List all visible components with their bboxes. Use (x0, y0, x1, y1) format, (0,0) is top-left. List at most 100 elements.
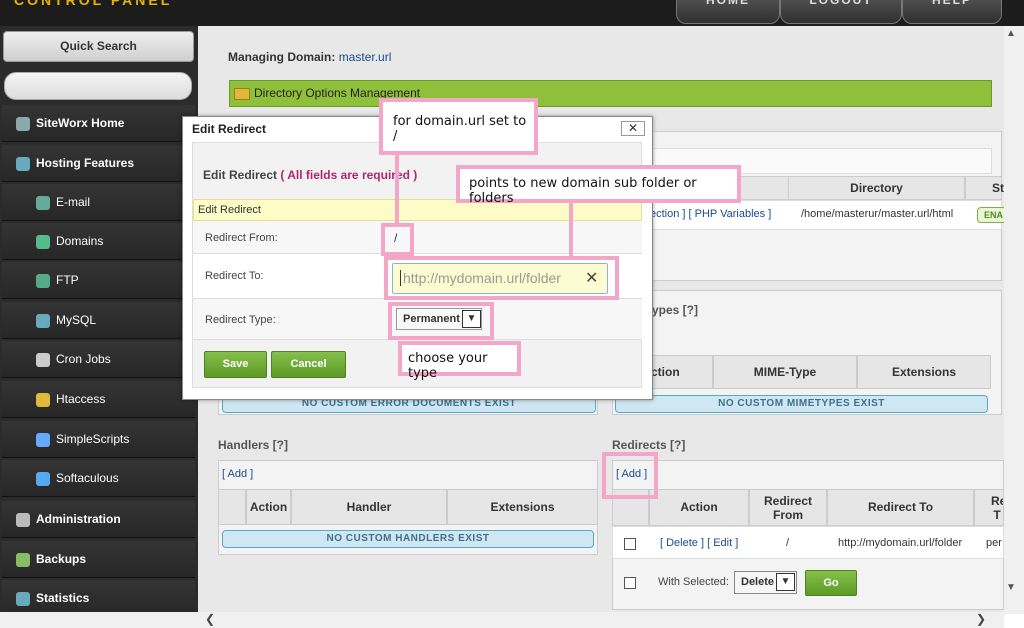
sidebar-item-label: SiteWorx Home (36, 116, 125, 130)
sidebar-item-ftp[interactable]: FTP (2, 262, 195, 299)
sidebar-item-simplescripts[interactable]: SimpleScripts (2, 421, 195, 458)
managing-label: Managing Domain: (228, 50, 336, 64)
script-icon (36, 432, 50, 447)
handlers-col-check (218, 489, 246, 525)
quick-search-input[interactable] (4, 72, 192, 100)
cancel-button[interactable]: Cancel (271, 351, 346, 378)
sidebar-item-label: E-mail (56, 195, 91, 209)
monitor-icon (16, 156, 30, 171)
select-all-checkbox[interactable] (624, 577, 636, 589)
sidebar-item-softaculous[interactable]: Softaculous (2, 460, 195, 497)
redirects-title: Redirects [?] (612, 438, 686, 452)
sidebar-item-label: Domains (56, 234, 104, 248)
sidebar-item-e-mail[interactable]: E-mail (2, 184, 195, 221)
scroll-left-icon[interactable]: ❮ (205, 612, 215, 626)
annotation-type-note: choose your type (398, 341, 521, 381)
directory-options-bar[interactable]: Directory Options Management (229, 80, 992, 107)
redirect-row-checkbox[interactable] (624, 538, 636, 550)
bulk-action-value: Delete (741, 576, 775, 588)
directory-col-status: St (965, 176, 1004, 200)
redirect-type-label: Redirect Type: (205, 314, 276, 326)
sidebar-item-domains[interactable]: Domains (2, 223, 195, 260)
globe-icon (36, 234, 50, 249)
managing-domain: Managing Domain: master.url (228, 50, 391, 64)
handlers-empty: NO CUSTOM HANDLERS EXIST (222, 530, 594, 548)
handlers-col-action: Action (246, 489, 291, 525)
directory-row-links[interactable]: ection ] [ PHP Variables ] (650, 208, 771, 220)
sidebar-item-label: Softaculous (56, 471, 119, 485)
handlers-add-link[interactable]: [ Add ] (222, 468, 253, 480)
scroll-down-icon[interactable]: ▼ (1006, 582, 1016, 593)
dialog-title: Edit Redirect (192, 122, 267, 136)
scroll-up-icon[interactable]: ▲ (1006, 28, 1016, 39)
folder-icon (234, 87, 250, 100)
status-badge: ENA (977, 207, 1007, 223)
annotation-to-connector (569, 203, 573, 258)
horizontal-scrollbar[interactable] (0, 612, 1004, 628)
nav-home-button[interactable]: HOME (676, 0, 780, 24)
sidebar-item-label: SimpleScripts (56, 432, 130, 446)
sidebar-item-label: Hosting Features (36, 156, 135, 170)
save-button[interactable]: Save (204, 351, 267, 378)
go-button[interactable]: Go (805, 570, 857, 596)
sidebar-item-label: Cron Jobs (56, 352, 111, 366)
sidebar-item-cron-jobs[interactable]: Cron Jobs (2, 341, 195, 378)
form-heading-text: Edit Redirect (203, 168, 278, 182)
sidebar-item-htaccess[interactable]: Htaccess (2, 381, 195, 418)
mimetypes-empty: NO CUSTOM MIMETYPES EXIST (615, 395, 988, 413)
redirects-col-to: Redirect To (827, 489, 974, 526)
handlers-col-extensions: Extensions (447, 489, 598, 525)
sidebar-item-label: Statistics (36, 591, 90, 605)
annotation-to-highlight (384, 256, 619, 300)
sidebar-item-label: Administration (36, 512, 121, 526)
directory-col-directory: Directory (788, 176, 965, 200)
redirect-row-from: / (786, 537, 790, 549)
annotation-from-note: for domain.url set to / (379, 98, 538, 155)
redirect-row-type: per (986, 537, 1002, 549)
directory-row-path: /home/masterur/master.url/html (801, 208, 954, 220)
mimetypes-col-mime: MIME-Type (713, 355, 857, 389)
handlers-col-handler: Handler (291, 489, 447, 525)
sidebar-item-administration[interactable]: Administration (2, 501, 195, 538)
folder-icon (36, 392, 50, 407)
scroll-right-icon[interactable]: ❯ (976, 612, 986, 626)
redirect-to-label: Redirect To: (205, 270, 264, 282)
mimetypes-title: ypes [?] (652, 303, 699, 317)
sidebar-item-mysql[interactable]: MySQL (2, 302, 195, 339)
clock-icon (36, 352, 50, 367)
form-heading: Edit Redirect ( All fields are required … (203, 168, 417, 182)
sidebar-item-backups[interactable]: Backups (2, 541, 195, 578)
nav-help-button[interactable]: HELP (902, 0, 1002, 24)
brand-logo: CONTROL PANEL (14, 0, 173, 8)
softaculous-icon (36, 471, 50, 486)
managing-domain-link[interactable]: master.url (339, 50, 392, 64)
redirects-col-type: Re T (974, 489, 1004, 526)
annotation-from-connector (395, 155, 399, 227)
sidebar-item-label: Backups (36, 552, 87, 566)
redirects-col-from: Redirect From (749, 489, 827, 526)
redirect-row-to: http://mydomain.url/folder (838, 537, 963, 549)
wrench-icon (16, 512, 30, 527)
redirect-row-actions[interactable]: [ Delete ] [ Edit ] (660, 537, 738, 549)
sidebar-item-siteworx-home[interactable]: SiteWorx Home (2, 105, 195, 142)
vertical-scrollbar[interactable] (1004, 26, 1024, 614)
annotation-from-highlight (381, 223, 414, 256)
sidebar-item-label: Htaccess (56, 392, 106, 406)
mimetypes-col-action: ction (648, 355, 713, 389)
backup-icon (16, 552, 30, 567)
nav-logout-button[interactable]: LOGOUT (780, 0, 902, 24)
home-icon (16, 116, 30, 131)
annotation-add-highlight (602, 452, 658, 499)
ftp-icon (36, 273, 50, 288)
mimetypes-col-extensions: Extensions (857, 355, 991, 389)
database-icon (36, 313, 50, 328)
close-icon[interactable]: ✕ (621, 121, 645, 136)
sidebar-item-label: FTP (56, 273, 79, 287)
with-selected-label: With Selected: (658, 576, 729, 588)
chevron-down-icon[interactable]: ▼ (776, 573, 795, 591)
sidebar-item-label: MySQL (56, 313, 97, 327)
quick-search-button[interactable]: Quick Search (3, 31, 194, 62)
handlers-title: Handlers [?] (218, 438, 289, 452)
annotation-type-highlight (388, 302, 494, 340)
sidebar-item-hosting-features[interactable]: Hosting Features (2, 145, 195, 182)
